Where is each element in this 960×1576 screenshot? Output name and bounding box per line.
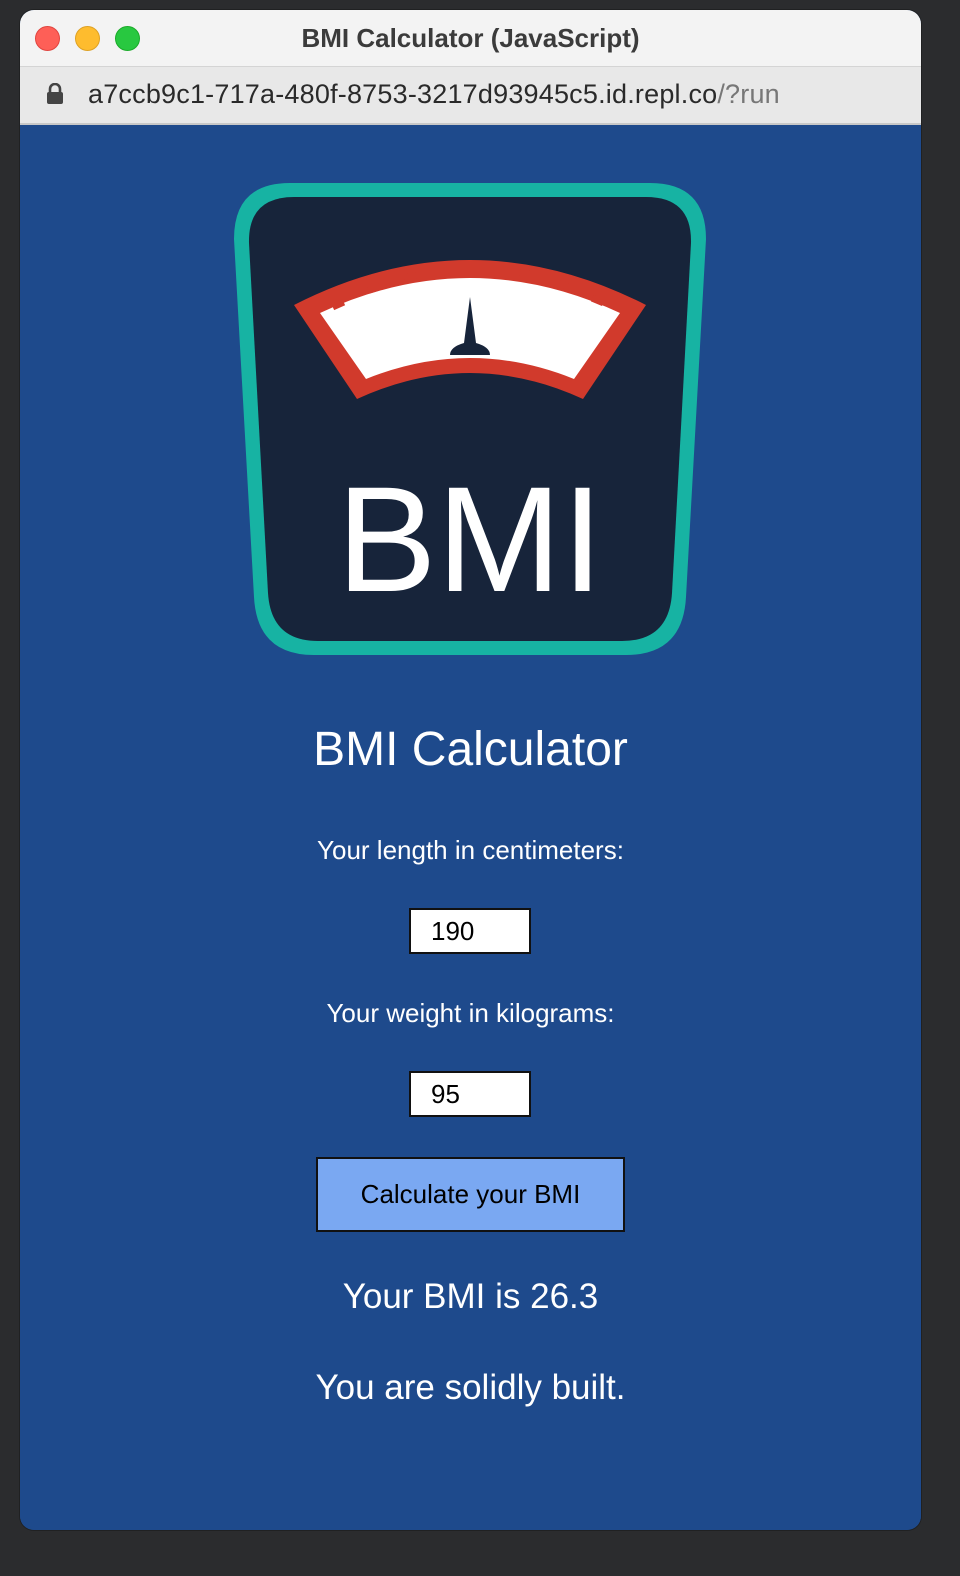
title-bar: BMI Calculator (JavaScript) — [20, 10, 921, 67]
page-content: BMI BMI Calculator Your length in centim… — [20, 125, 921, 1530]
window-title: BMI Calculator (JavaScript) — [301, 23, 640, 53]
address-bar[interactable]: a7ccb9c1-717a-480f-8753-3217d93945c5.id.… — [20, 67, 921, 125]
address-url[interactable]: a7ccb9c1-717a-480f-8753-3217d93945c5.id.… — [88, 79, 780, 110]
browser-window: BMI Calculator (JavaScript) a7ccb9c1-717… — [20, 10, 921, 1530]
weight-label: Your weight in kilograms: — [326, 998, 615, 1028]
bmi-verdict: You are solidly built. — [315, 1368, 626, 1407]
bmi-logo: BMI — [228, 177, 712, 668]
bmi-result: Your BMI is 26.3 — [342, 1277, 599, 1316]
weight-input[interactable] — [409, 1071, 531, 1117]
url-path: /?run — [717, 79, 780, 109]
logo-text: BMI — [337, 455, 604, 623]
lock-icon — [46, 82, 64, 110]
page-title: BMI Calculator — [313, 723, 628, 776]
length-input[interactable] — [409, 908, 531, 954]
length-label: Your length in centimeters: — [317, 835, 624, 865]
url-host: a7ccb9c1-717a-480f-8753-3217d93945c5.id.… — [88, 79, 718, 109]
calculate-bmi-button[interactable]: Calculate your BMI — [316, 1157, 625, 1232]
